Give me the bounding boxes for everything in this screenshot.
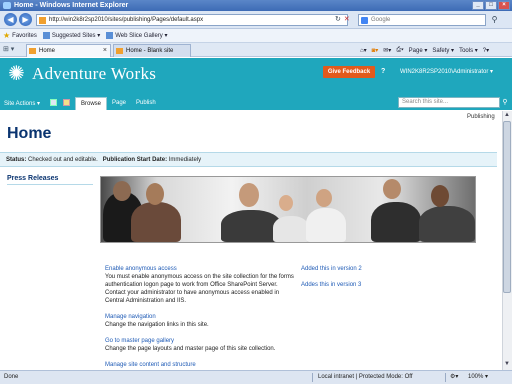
ribbon-tab-page[interactable]: Page — [107, 97, 131, 110]
protected-mode-icon[interactable]: ⚙▾ — [450, 371, 458, 384]
page-title: Home — [7, 125, 52, 142]
site-header: ✺ Adventure Works — [0, 58, 512, 96]
forward-icon[interactable]: ▶ — [19, 13, 32, 26]
search-icon[interactable]: ⚲ — [500, 97, 510, 108]
page-menu[interactable]: Page ▾ — [409, 47, 428, 54]
tab-label: Home - Blank site — [126, 48, 174, 54]
scrollbar-thumb[interactable] — [503, 121, 511, 293]
right-links: Added this in version 2 Addes this in ve… — [301, 265, 362, 297]
tab-favicon — [29, 48, 36, 54]
close-window-button[interactable]: × — [498, 1, 510, 10]
publication-value: Immediately — [168, 157, 202, 163]
window-title-bar: Home - Windows Internet Explorer _ □ × — [0, 0, 512, 11]
ribbon-tab-browse[interactable]: Browse — [75, 97, 108, 110]
site-search-input[interactable]: Search this site... — [398, 97, 500, 108]
give-feedback-button[interactable]: Give Feedback — [323, 66, 375, 78]
list-item: Go to master page gallery Change the pag… — [105, 337, 295, 353]
browser-status-bar: Done Local intranet | Protected Mode: Of… — [0, 370, 512, 384]
address-bar[interactable]: http://win2k8r2sp2010/sites/publishing/P… — [36, 14, 348, 26]
fav-suggested-sites[interactable]: Suggested Sites ▾ — [42, 32, 101, 39]
publishing-breadcrumb[interactable]: Publishing — [467, 114, 495, 120]
help-icon[interactable]: ? — [381, 68, 388, 75]
ie-app-icon — [3, 2, 11, 9]
security-zone[interactable]: Local intranet | Protected Mode: Off — [318, 371, 413, 384]
safety-menu[interactable]: Safety ▾ — [432, 47, 454, 54]
navigate-up-icon[interactable] — [50, 99, 57, 106]
site-name[interactable]: Adventure Works — [32, 64, 156, 84]
fav-item-label: Web Slice Gallery ▾ — [115, 33, 168, 39]
fav-web-slice-gallery[interactable]: Web Slice Gallery ▾ — [106, 32, 168, 39]
status-divider — [445, 373, 446, 382]
web-slice-icon — [106, 32, 114, 39]
master-page-gallery-link[interactable]: Go to master page gallery — [105, 337, 295, 345]
manage-navigation-link[interactable]: Manage navigation — [105, 313, 295, 321]
enable-anonymous-access-link[interactable]: Enable anonymous access — [105, 265, 295, 273]
fav-item-label: Suggested Sites ▾ — [51, 33, 101, 39]
favorites-bar: ★ Favorites Suggested Sites ▾ Web Slice … — [0, 29, 512, 43]
home-icon[interactable]: ⌂▾ — [360, 47, 367, 54]
tab-home[interactable]: Home × — [26, 44, 111, 57]
google-icon — [361, 17, 368, 24]
favorites-label: Favorites — [12, 32, 37, 39]
link-description: Change the navigation links in this site… — [105, 322, 209, 328]
publication-label: Publication Start Date: — [102, 157, 168, 163]
user-menu[interactable]: WIN2K8R2SP2010\Administrator ▾ — [400, 68, 493, 75]
status-divider — [312, 373, 313, 382]
status-text: Done — [4, 374, 19, 380]
address-actions: ↻ ✕ — [335, 15, 350, 23]
mail-icon[interactable]: ✉▾ — [383, 47, 391, 54]
command-bar: ⌂▾ ◙▾ ✉▾ ⎙▾ Page ▾ Safety ▾ Tools ▾ ?▾ — [360, 44, 489, 56]
tab-favicon — [116, 48, 123, 54]
browser-search-input[interactable]: Google — [358, 14, 486, 26]
status-label: Status: — [6, 157, 27, 163]
close-tab-icon[interactable]: × — [103, 45, 107, 57]
page-status-bar: Status: Checked out and editable. Public… — [0, 152, 497, 167]
minimize-button[interactable]: _ — [472, 1, 484, 10]
tab-home-blank-site[interactable]: Home - Blank site — [113, 44, 191, 57]
page-favicon — [39, 17, 46, 24]
address-text: http://win2k8r2sp2010/sites/publishing/P… — [49, 17, 204, 23]
list-item: Enable anonymous access You must enable … — [105, 265, 295, 305]
version-2-link[interactable]: Added this in version 2 — [301, 265, 362, 273]
scroll-down-icon[interactable]: ▼ — [503, 360, 511, 369]
list-item: Manage site content and structure — [105, 361, 295, 369]
main-content: Enable anonymous access You must enable … — [105, 265, 295, 377]
ribbon-tab-publish[interactable]: Publish — [131, 97, 161, 110]
left-nav-heading[interactable]: Press Releases — [7, 175, 93, 185]
help-icon[interactable]: ?▾ — [483, 47, 489, 54]
scroll-up-icon[interactable]: ▲ — [503, 111, 511, 120]
browser-search-placeholder: Google — [371, 17, 391, 23]
star-icon: ★ — [3, 31, 11, 40]
search-icon[interactable]: ⚲ — [489, 14, 500, 26]
stop-icon[interactable]: ✕ — [344, 15, 350, 23]
list-item: Manage navigation Change the navigation … — [105, 313, 295, 329]
tools-menu[interactable]: Tools ▾ — [459, 47, 478, 54]
status-value: Checked out and editable. — [28, 157, 98, 163]
web-slice-icon — [42, 32, 50, 39]
favorites-button[interactable]: ★ Favorites — [3, 31, 37, 40]
quick-tabs-icon[interactable]: ⊞ ▾ — [3, 45, 23, 55]
link-description: You must enable anonymous access on the … — [105, 274, 294, 304]
feeds-icon[interactable]: ◙▾ — [372, 47, 379, 54]
zoom-level[interactable]: 100% ▾ — [468, 371, 488, 384]
version-3-link[interactable]: Addes this in version 3 — [301, 281, 362, 289]
link-description: Change the page layouts and master page … — [105, 346, 276, 352]
back-icon[interactable]: ◀ — [4, 13, 17, 26]
window-controls: _ □ × — [472, 1, 510, 10]
window-title: Home - Windows Internet Explorer — [14, 2, 129, 9]
refresh-icon[interactable]: ↻ — [335, 15, 341, 23]
print-icon[interactable]: ⎙▾ — [396, 47, 403, 54]
edit-page-icon[interactable] — [63, 99, 70, 106]
address-toolbar: ◀ ▶ http://win2k8r2sp2010/sites/publishi… — [0, 11, 512, 29]
site-logo-icon[interactable]: ✺ — [8, 64, 28, 84]
banner-image — [100, 176, 476, 243]
tab-label: Home — [39, 48, 56, 54]
manage-site-content-link[interactable]: Manage site content and structure — [105, 361, 295, 369]
maximize-button[interactable]: □ — [485, 1, 497, 10]
site-actions-menu[interactable]: Site Actions ▾ — [4, 100, 40, 107]
